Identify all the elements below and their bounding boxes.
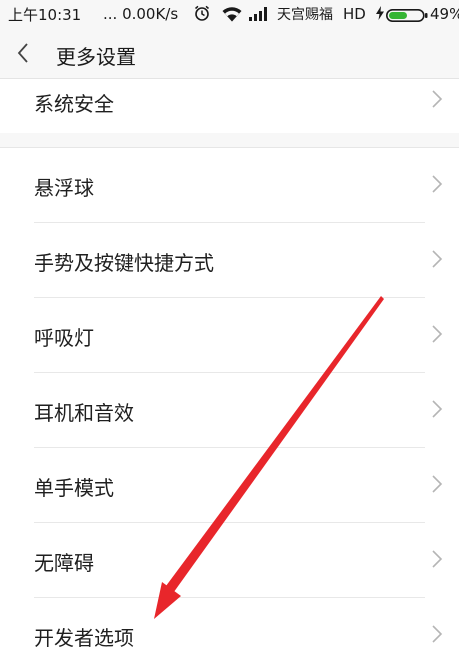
settings-item-label: 开发者选项 bbox=[34, 626, 134, 650]
status-bar: 上午10:31 ... 0.00K/s 天宫赐福 HD 49 bbox=[0, 0, 459, 28]
settings-item-gesture-shortcuts[interactable]: 手势及按键快捷方式 bbox=[0, 223, 459, 298]
signal-icon bbox=[249, 7, 269, 25]
settings-item-label: 系统安全 bbox=[34, 92, 114, 116]
chevron-left-icon bbox=[17, 43, 28, 63]
chevron-right-icon bbox=[431, 624, 443, 648]
status-network-type: HD bbox=[343, 5, 366, 23]
more-settings-screen: 上午10:31 ... 0.00K/s 天宫赐福 HD 49 更多设置 系统安全… bbox=[0, 0, 459, 662]
chevron-right-icon bbox=[431, 174, 443, 198]
chevron-right-icon bbox=[431, 324, 443, 348]
charging-icon bbox=[376, 6, 384, 24]
status-battery-percent: 49% bbox=[430, 5, 459, 23]
wifi-icon bbox=[221, 5, 243, 27]
settings-item-accessibility[interactable]: 无障碍 bbox=[0, 523, 459, 598]
status-network-speed: ... 0.00K/s bbox=[103, 5, 179, 23]
settings-item-system-security[interactable]: 系统安全 bbox=[0, 79, 459, 133]
settings-item-label: 耳机和音效 bbox=[34, 401, 134, 425]
page-header: 更多设置 bbox=[0, 28, 459, 79]
status-time: 上午10:31 bbox=[8, 5, 82, 24]
settings-item-headphones-audio[interactable]: 耳机和音效 bbox=[0, 373, 459, 448]
chevron-right-icon bbox=[431, 399, 443, 423]
alarm-icon bbox=[193, 4, 211, 26]
chevron-right-icon bbox=[431, 549, 443, 573]
battery-icon bbox=[386, 8, 428, 26]
chevron-right-icon bbox=[431, 474, 443, 498]
settings-group-main: 悬浮球 手势及按键快捷方式 呼吸灯 耳机和音效 单手模式 无障碍 开发者选项 bbox=[0, 147, 459, 662]
settings-item-label: 手势及按键快捷方式 bbox=[34, 251, 214, 275]
settings-item-label: 悬浮球 bbox=[34, 176, 94, 200]
settings-item-label: 单手模式 bbox=[34, 476, 114, 500]
chevron-right-icon bbox=[431, 89, 443, 113]
settings-item-developer-options[interactable]: 开发者选项 bbox=[0, 598, 459, 662]
chevron-right-icon bbox=[431, 249, 443, 273]
back-button[interactable] bbox=[16, 42, 30, 68]
settings-group-top: 系统安全 bbox=[0, 79, 459, 133]
settings-item-one-handed-mode[interactable]: 单手模式 bbox=[0, 448, 459, 523]
settings-item-label: 呼吸灯 bbox=[34, 326, 94, 350]
settings-item-floating-ball[interactable]: 悬浮球 bbox=[0, 148, 459, 223]
status-carrier: 天宫赐福 bbox=[277, 7, 333, 23]
settings-item-label: 无障碍 bbox=[34, 551, 94, 575]
page-title: 更多设置 bbox=[56, 45, 136, 69]
settings-item-breathing-light[interactable]: 呼吸灯 bbox=[0, 298, 459, 373]
